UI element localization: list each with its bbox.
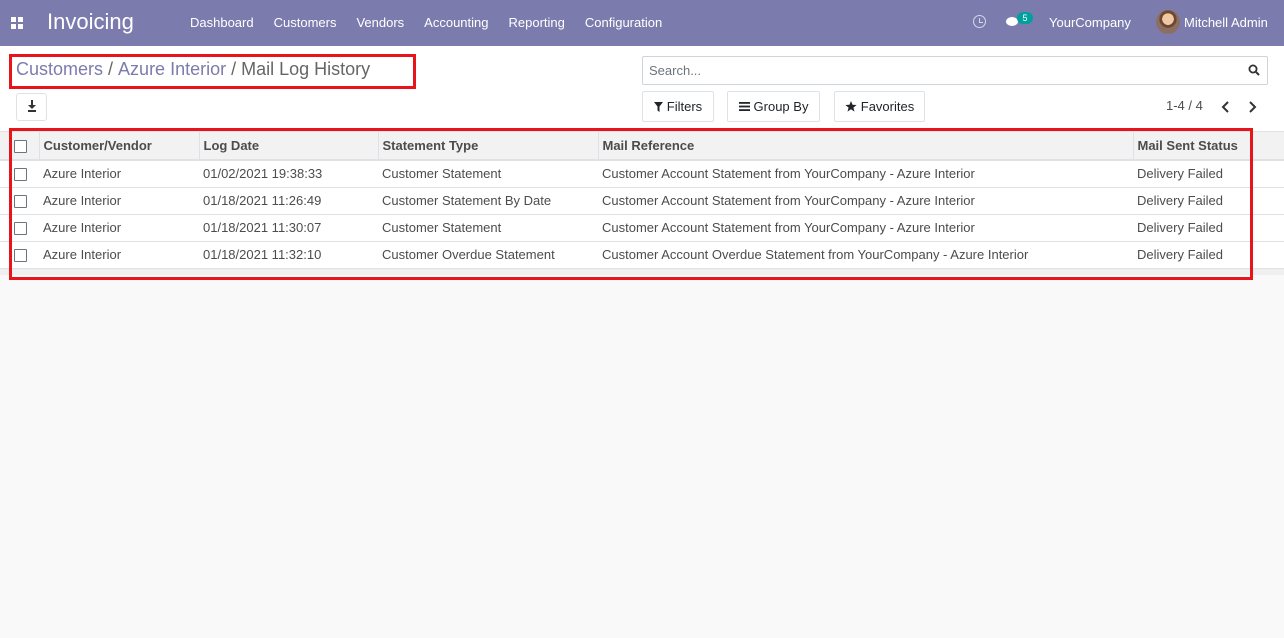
chevron-right-icon[interactable] bbox=[1245, 100, 1259, 114]
cell-statement-type: Customer Statement bbox=[378, 214, 598, 242]
top-menu: Dashboard Customers Vendors Accounting R… bbox=[180, 0, 672, 46]
row-checkbox[interactable] bbox=[14, 168, 27, 182]
user-menu[interactable]: Mitchell Admin bbox=[1184, 15, 1268, 30]
table-row[interactable]: Azure Interior 01/18/2021 11:26:49 Custo… bbox=[0, 187, 1284, 215]
row-select-cell bbox=[0, 214, 39, 242]
bars-icon bbox=[738, 102, 750, 111]
search-input[interactable] bbox=[643, 57, 1243, 84]
app-title[interactable]: Invoicing bbox=[47, 9, 134, 35]
column-header-log-date[interactable]: Log Date bbox=[199, 132, 379, 161]
column-header-mail-sent-status[interactable]: Mail Sent Status bbox=[1133, 132, 1284, 161]
apps-grid-icon[interactable] bbox=[11, 17, 23, 29]
list-footer bbox=[0, 269, 1284, 275]
table-row[interactable]: Azure Interior 01/18/2021 11:32:10 Custo… bbox=[0, 241, 1284, 269]
row-checkbox[interactable] bbox=[14, 249, 27, 263]
cell-mail-reference: Customer Account Statement from YourComp… bbox=[598, 187, 1133, 215]
row-select-cell bbox=[0, 160, 39, 188]
menu-item-configuration[interactable]: Configuration bbox=[575, 0, 672, 46]
group-by-label: Group By bbox=[753, 99, 809, 114]
menu-item-reporting[interactable]: Reporting bbox=[499, 0, 575, 46]
menu-item-vendors[interactable]: Vendors bbox=[346, 0, 414, 46]
cell-status: Delivery Failed bbox=[1133, 214, 1284, 242]
cell-mail-reference: Customer Account Overdue Statement from … bbox=[598, 241, 1133, 269]
breadcrumb: Customers / Azure Interior / Mail Log Histor… bbox=[16, 59, 370, 80]
favorites-button[interactable]: Favorites bbox=[834, 91, 925, 122]
cell-statement-type: Customer Overdue Statement bbox=[378, 241, 598, 269]
cell-customer: Azure Interior bbox=[39, 160, 199, 188]
control-panel: Customers / Azure Interior / Mail Log Histor… bbox=[0, 46, 1284, 132]
table-row[interactable]: Azure Interior 01/02/2021 19:38:33 Custo… bbox=[0, 160, 1284, 188]
cell-mail-reference: Customer Account Statement from YourComp… bbox=[598, 160, 1133, 188]
cell-mail-reference: Customer Account Statement from YourComp… bbox=[598, 214, 1133, 242]
cell-log-date: 01/18/2021 11:26:49 bbox=[199, 187, 378, 215]
breadcrumb-separator: / bbox=[231, 59, 237, 79]
list-view: Customer/Vendor Log Date Statement Type … bbox=[0, 132, 1284, 269]
cell-log-date: 01/18/2021 11:32:10 bbox=[199, 241, 378, 269]
clock-icon[interactable] bbox=[973, 15, 986, 28]
menu-item-accounting[interactable]: Accounting bbox=[414, 0, 498, 46]
avatar[interactable] bbox=[1156, 10, 1180, 34]
select-all-cell bbox=[0, 132, 40, 161]
cell-status: Delivery Failed bbox=[1133, 187, 1284, 215]
mail-log-table: Customer/Vendor Log Date Statement Type … bbox=[0, 132, 1284, 269]
row-select-cell bbox=[0, 187, 39, 215]
column-header-customer[interactable]: Customer/Vendor bbox=[39, 132, 200, 161]
download-button[interactable] bbox=[16, 93, 47, 121]
breadcrumb-separator: / bbox=[108, 59, 114, 79]
column-header-mail-reference[interactable]: Mail Reference bbox=[598, 132, 1134, 161]
cell-customer: Azure Interior bbox=[39, 187, 199, 215]
favorites-label: Favorites bbox=[860, 99, 915, 114]
filters-button[interactable]: Filters bbox=[642, 91, 714, 122]
table-row[interactable]: Azure Interior 01/18/2021 11:30:07 Custo… bbox=[0, 214, 1284, 242]
star-icon bbox=[845, 101, 857, 112]
table-header-row: Customer/Vendor Log Date Statement Type … bbox=[0, 132, 1284, 161]
column-header-statement-type[interactable]: Statement Type bbox=[378, 132, 599, 161]
cell-customer: Azure Interior bbox=[39, 214, 199, 242]
cell-status: Delivery Failed bbox=[1133, 160, 1284, 188]
search-bar bbox=[642, 56, 1268, 85]
row-checkbox[interactable] bbox=[14, 195, 27, 209]
select-all-checkbox[interactable] bbox=[14, 140, 27, 154]
breadcrumb-customers[interactable]: Customers bbox=[16, 59, 103, 79]
filters-label: Filters bbox=[666, 99, 703, 114]
cell-status: Delivery Failed bbox=[1133, 241, 1284, 269]
group-by-button[interactable]: Group By bbox=[727, 91, 820, 122]
cell-statement-type: Customer Statement bbox=[378, 160, 598, 188]
chat-badge[interactable]: 5 bbox=[1017, 12, 1033, 24]
search-icon[interactable] bbox=[1248, 64, 1260, 76]
page-title: Mail Log History bbox=[241, 59, 371, 79]
menu-item-dashboard[interactable]: Dashboard bbox=[180, 0, 264, 46]
cell-log-date: 01/02/2021 19:38:33 bbox=[199, 160, 378, 188]
row-select-cell bbox=[0, 241, 39, 269]
download-icon bbox=[28, 100, 36, 112]
chevron-left-icon[interactable] bbox=[1219, 100, 1233, 114]
menu-item-customers[interactable]: Customers bbox=[264, 0, 347, 46]
row-checkbox[interactable] bbox=[14, 222, 27, 236]
cell-log-date: 01/18/2021 11:30:07 bbox=[199, 214, 378, 242]
pager-value[interactable]: 1-4 / 4 bbox=[1166, 98, 1203, 113]
company-switcher[interactable]: YourCompany bbox=[1049, 15, 1131, 30]
breadcrumb-azure-interior[interactable]: Azure Interior bbox=[118, 59, 226, 79]
cell-statement-type: Customer Statement By Date bbox=[378, 187, 598, 215]
filter-icon bbox=[653, 101, 663, 112]
main-navbar: Invoicing Dashboard Customers Vendors Ac… bbox=[0, 0, 1284, 46]
cell-customer: Azure Interior bbox=[39, 241, 199, 269]
